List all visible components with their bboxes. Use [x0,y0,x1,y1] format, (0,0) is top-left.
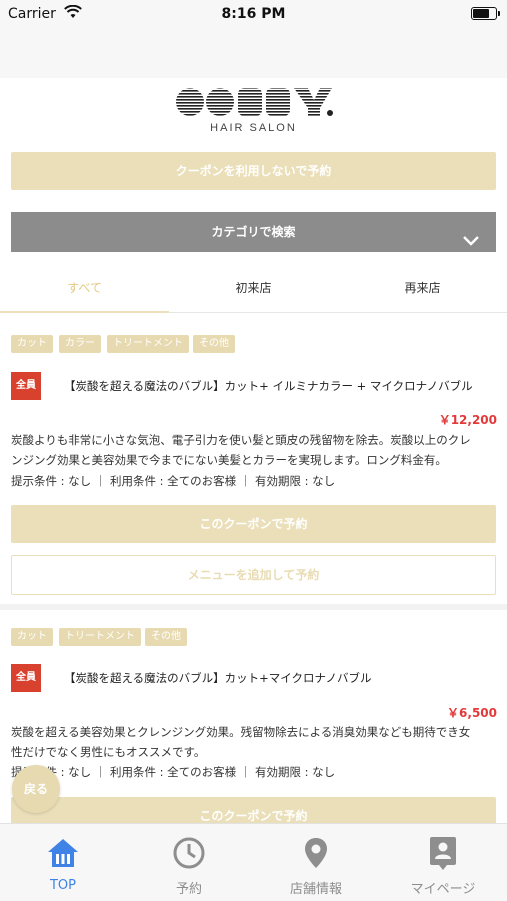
tab-return-visit-label: 再来店 [404,281,441,295]
reserve-with-coupon-button[interactable]: このクーポンで予約 [11,505,496,543]
bottom-tab-bar: TOP 予約 店舗情報 マイページ [0,823,507,901]
coupon-tag: カラー [59,335,101,353]
coupon-tag: その他 [145,628,187,646]
logo-mark [175,88,333,116]
profile-card-icon [430,837,456,870]
coupon-description-line: 炭酸よりも非常に小さな気泡、電子引力を使い髪と頭皮の残留物を除去。炭酸以上のクレ [11,433,471,447]
nav-bar [0,30,507,78]
tabbar-item-mypage[interactable]: マイページ [380,824,506,901]
tabbar-item-top[interactable]: TOP [0,824,126,901]
coupon-conditions: 提示条件 : なし ｜ 利用条件 : 全てのお客様 ｜ 有効期限 : なし [11,765,336,779]
coupon-description-line: 炭酸を超える美容効果とクレンジング効果。残留物除去による消臭効果なども期待でき女 [11,725,471,739]
tabbar-label: マイページ [410,882,476,897]
salon-logo: HAIR SALON [0,84,507,140]
coupon-description-line: 性だけでなく男性にもオススメです。 [11,745,206,759]
divider [0,604,507,610]
tabbar-item-reservation[interactable]: 予約 [126,824,252,901]
category-search-label: カテゴリで検索 [211,225,296,239]
tabbar-label: 予約 [175,882,202,897]
coupon-conditions: 提示条件 : なし ｜ 利用条件 : 全てのお客様 ｜ 有効期限 : なし [11,474,336,488]
home-icon [48,839,78,867]
clock-icon [173,837,205,869]
coupon-description: 炭酸よりも非常に小さな気泡、電子引力を使い髪と頭皮の残留物を除去。炭酸以上のクレ… [11,430,501,470]
tab-return-visit[interactable]: 再来店 [338,268,507,312]
tab-active-indicator [0,311,169,313]
back-button[interactable]: 戻る [12,765,60,813]
coupon-tabs: すべて 初来店 再来店 [0,268,507,313]
coupon-title: 【炭酸を超える魔法のバブル】カット+マイクロナノバブル [64,671,372,685]
coupon-price: ￥6,500 [447,706,497,720]
tabbar-label: TOP [49,878,76,893]
coupon-tag: トリートメント [107,335,189,353]
coupon-price: ￥12,200 [438,413,497,427]
category-search-button[interactable]: カテゴリで検索 [11,212,496,252]
tabbar-label: 店舗情報 [289,882,342,897]
coupon-tag: カット [11,335,53,353]
coupon-description: 炭酸を超える美容効果とクレンジング効果。残留物除去による消臭効果なども期待でき女… [11,722,501,762]
battery-icon [471,7,500,20]
coupon-description-line: ンジング効果と美容効果で今までにない美髪とカラーを実現します。ロング料金有。 [11,453,447,467]
tab-all[interactable]: すべて [0,268,169,313]
tab-all-label: すべて [67,281,102,295]
tab-first-visit[interactable]: 初来店 [169,268,338,312]
coupon-tag: トリートメント [59,628,141,646]
chevron-down-icon [462,224,480,264]
location-pin-icon [305,838,327,868]
tab-first-visit-label: 初来店 [235,281,272,295]
salon-subtitle: HAIR SALON [210,122,297,134]
reserve-without-coupon-button[interactable]: クーポンを利用しないで予約 [11,152,496,190]
clock-time: 8:16 PM [221,6,286,22]
coupon-tag: カット [11,628,53,646]
target-badge: 全員 [11,372,41,400]
coupon-title: 【炭酸を超える魔法のバブル】カット+ イルミナカラー + マイクロナノバブル [64,379,473,393]
target-badge: 全員 [11,664,41,692]
tabbar-item-store-info[interactable]: 店舗情報 [253,824,379,901]
add-menu-reserve-button[interactable]: メニューを追加して予約 [11,555,496,595]
coupon-tag: その他 [193,335,235,353]
status-bar: Carrier 8:16 PM [0,0,507,30]
